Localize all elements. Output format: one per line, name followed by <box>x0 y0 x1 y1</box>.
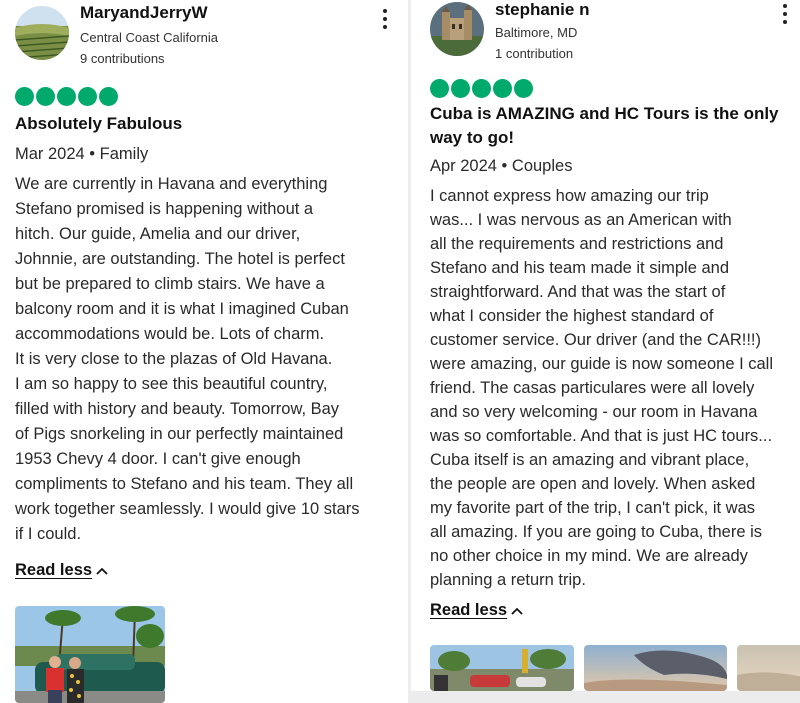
review-body-line: Stefano and his team made it simple and <box>430 259 730 277</box>
review-card-stephanie-n: stephanie n Baltimore, MD 1 contribution… <box>408 0 800 703</box>
review-title-line: way to go! <box>430 128 515 147</box>
review-photo[interactable] <box>15 606 165 703</box>
read-less-button[interactable]: Read less <box>430 601 523 620</box>
chevron-up-icon <box>96 567 108 575</box>
rating-bubble <box>15 87 34 106</box>
read-less-label: Read less <box>15 561 93 579</box>
review-body-line: all amazing. If you are going to Cuba, t… <box>430 523 763 541</box>
read-less-label: Read less <box>430 601 508 619</box>
review-body-line: customer service. Our driver (and the CA… <box>430 331 762 349</box>
review-body-line: was... I was nervous as an American with <box>430 211 732 229</box>
review-body-line: Johnnie, are outstanding. The hotel is p… <box>15 250 345 268</box>
chevron-up-icon <box>511 607 523 615</box>
reviewer-contributions: 9 contributions <box>80 51 165 66</box>
review-date-type: Apr 2024 • Couples <box>430 157 573 175</box>
reviewer-location: Baltimore, MD <box>495 25 578 40</box>
review-body-line: straightforward. And that was the start … <box>430 283 726 301</box>
review-body-line: hitch. Our guide, Amelia and our driver, <box>15 225 301 243</box>
photo-sunset-clouds <box>584 645 727 691</box>
review-body-line: Stefano promised is happening without a <box>15 200 314 218</box>
rating-bubble <box>99 87 118 106</box>
review-body-line: all the requirements and restrictions an… <box>430 235 724 253</box>
photo-street-cars <box>430 645 574 691</box>
rating-bubble <box>57 87 76 106</box>
rating-bubble <box>514 79 533 98</box>
review-body-line: and so very welcoming - our room in Hava… <box>430 403 758 421</box>
review-date-type: Mar 2024 • Family <box>15 145 149 163</box>
review-body-line: my favorite part of the trip, I can't pi… <box>430 499 756 517</box>
reviewer-contributions: 1 contribution <box>495 46 574 61</box>
review-body-line: Cuba itself is an amazing and vibrant pl… <box>430 451 750 469</box>
review-photo[interactable] <box>430 645 574 691</box>
avatar[interactable] <box>430 2 484 56</box>
review-body-line: work together seamlessly. I would give 1… <box>15 500 360 518</box>
review-body: I cannot express how amazing our trip wa… <box>430 184 773 592</box>
read-less-button[interactable]: Read less <box>15 561 108 580</box>
review-photo[interactable] <box>584 645 727 691</box>
review-body-line: no other choice in my mind. We are alrea… <box>430 547 748 565</box>
review-title[interactable]: Absolutely Fabulous <box>15 112 182 136</box>
rating-bubble <box>472 79 491 98</box>
bottom-scroll-bar <box>408 691 800 703</box>
reviewer-name[interactable]: stephanie n <box>495 0 589 20</box>
more-vertical-icon[interactable] <box>375 6 395 32</box>
more-vertical-icon[interactable] <box>775 1 795 27</box>
review-title[interactable]: Cuba is AMAZING and HC Tours is the only… <box>430 102 779 150</box>
rating-bubble <box>36 87 55 106</box>
rating-bubbles <box>430 79 533 98</box>
review-card-maryandjerryw: MaryandJerryW Central Coast California 9… <box>0 0 408 703</box>
rating-bubble <box>451 79 470 98</box>
rating-bubble <box>78 87 97 106</box>
review-body-line: of Pigs snorkeling in our perfectly main… <box>15 425 344 443</box>
rating-bubble <box>430 79 449 98</box>
avatar-vineyard-image <box>15 6 69 60</box>
review-photo[interactable] <box>737 645 800 691</box>
review-body-line: planning a return trip. <box>430 571 586 589</box>
avatar-castle-image <box>430 2 484 56</box>
review-body-line: friend. The casas particulares were all … <box>430 379 755 397</box>
rating-bubbles <box>15 87 118 106</box>
rating-bubble <box>493 79 512 98</box>
review-body-line: the people are open and lovely. When ask… <box>430 475 756 493</box>
review-body-line: balcony room and it is what I imagined C… <box>15 300 349 318</box>
photo-couple-with-car <box>15 606 165 703</box>
review-body-line: It is very close to the plazas of Old Ha… <box>15 350 333 368</box>
review-body: We are currently in Havana and everythin… <box>15 172 360 547</box>
review-body-line: if I could. <box>15 525 82 543</box>
review-body-line: was so comfortable. And that is just HC … <box>430 427 773 445</box>
review-body-line: but be prepared to climb stairs. We have… <box>15 275 325 293</box>
review-body-line: 1953 Chevy 4 door. I can't give enough <box>15 450 301 468</box>
review-body-line: I am so happy to see this beautiful coun… <box>15 375 328 393</box>
avatar[interactable] <box>15 6 69 60</box>
review-body-line: We are currently in Havana and everythin… <box>15 175 328 193</box>
reviewer-location: Central Coast California <box>80 30 219 45</box>
review-body-line: filled with history and beauty. Tomorrow… <box>15 400 340 418</box>
review-body-line: compliments to Stefano and his team. The… <box>15 475 354 493</box>
photo-sky <box>737 645 800 691</box>
review-body-line: were amazing, our guide is now someone I… <box>430 355 774 373</box>
review-body-line: I cannot express how amazing our trip <box>430 187 709 205</box>
review-body-line: accommodations would be. Lots of charm. <box>15 325 325 343</box>
reviewer-name[interactable]: MaryandJerryW <box>80 3 208 23</box>
review-title-line: Cuba is AMAZING and HC Tours is the only <box>430 104 779 123</box>
review-body-line: what I consider the highest standard of <box>430 307 714 325</box>
